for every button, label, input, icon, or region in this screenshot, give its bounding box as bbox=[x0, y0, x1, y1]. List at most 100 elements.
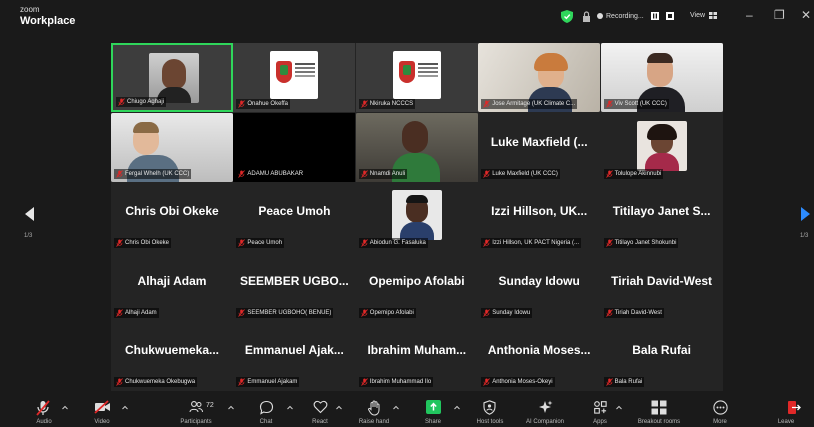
host-tools-button[interactable]: Host tools bbox=[460, 395, 520, 427]
participant-name: Tolulope Akinnubi bbox=[614, 170, 662, 177]
raise-hand-button[interactable]: Raise hand bbox=[344, 395, 404, 427]
breakout-rooms-button[interactable]: Breakout rooms bbox=[629, 395, 689, 427]
participant-tile[interactable]: Nnamdi Anuli bbox=[355, 112, 478, 182]
more-button[interactable]: More bbox=[690, 395, 750, 427]
microphone-muted-icon bbox=[238, 239, 246, 247]
participant-tile[interactable]: Bala Rufai Bala Rufai bbox=[600, 321, 723, 391]
react-button[interactable]: React bbox=[290, 395, 350, 427]
share-label: Share bbox=[424, 419, 441, 425]
participants-options-chevron-icon[interactable] bbox=[228, 405, 234, 411]
microphone-muted-icon bbox=[483, 239, 491, 247]
participant-name-label: ADAMU ABUBAKAR bbox=[236, 168, 306, 179]
leave-label: Leave bbox=[777, 419, 795, 425]
participant-tile[interactable]: Tolulope Akinnubi bbox=[600, 112, 723, 182]
pause-recording-icon[interactable] bbox=[650, 12, 659, 20]
audio-button[interactable]: Audio bbox=[14, 395, 74, 427]
participant-tile[interactable]: Viv Scott (UK CCC) bbox=[600, 43, 723, 112]
participant-tile[interactable]: SEEMBER UGBO... SEEMBER UGBOHO( BENUE) bbox=[233, 251, 356, 321]
participant-name: Chris Obi Okeke bbox=[125, 240, 170, 247]
participant-name: Anthonia Moses-Okeyi bbox=[492, 379, 553, 386]
participant-name-label: Jose Armitage (UK Climate C... bbox=[481, 99, 578, 109]
participant-tile[interactable]: Izzi Hillson, UK... Izzi Hillson, UK PACT… bbox=[478, 182, 601, 252]
participant-display-name: Chris Obi Okeke bbox=[125, 204, 219, 219]
participant-tile[interactable]: Titilayo Janet S... Titilayo Janet Shokun… bbox=[600, 182, 723, 252]
participant-name-label: Emmanuel Ajakam bbox=[236, 377, 300, 388]
microphone-muted-icon bbox=[483, 378, 491, 387]
participant-tile[interactable]: Fergal Whelh (UK CCC) bbox=[111, 112, 233, 182]
page-indicator-right: 1/3 bbox=[800, 233, 809, 239]
recording-indicator[interactable]: Recording... bbox=[597, 12, 674, 20]
participant-name-label: Anthonia Moses-Okeyi bbox=[481, 377, 555, 388]
microphone-muted-icon bbox=[605, 100, 613, 108]
participant-tile[interactable]: Jose Armitage (UK Climate C... bbox=[478, 43, 601, 112]
participant-tile[interactable]: ADAMU ABUBAKAR bbox=[233, 112, 356, 182]
share-button[interactable]: Share bbox=[403, 395, 463, 427]
participant-tile[interactable]: Nkiruka NCCCS bbox=[355, 43, 478, 112]
participant-name-label: Tolulope Akinnubi bbox=[603, 168, 664, 179]
participant-name: Viv Scott (UK CCC) bbox=[614, 101, 667, 107]
participant-tile[interactable]: Chukwuemeka... Chukwuemeka Okebugwa bbox=[111, 321, 233, 391]
react-options-chevron-icon[interactable] bbox=[336, 405, 342, 411]
title-bar: zoom Workplace Recording... View – ❐ ✕ bbox=[0, 0, 814, 34]
heart-icon bbox=[313, 400, 328, 414]
microphone-muted-icon bbox=[118, 98, 125, 106]
participant-tile[interactable]: Sunday Idowu Sunday Idowu bbox=[478, 251, 601, 321]
participant-display-name: Emmanuel Ajak... bbox=[244, 343, 344, 358]
participant-name: Jose Armitage (UK Climate C... bbox=[492, 101, 576, 107]
raise-hand-icon bbox=[368, 400, 380, 416]
microphone-muted-icon bbox=[605, 378, 613, 387]
next-page-arrow-icon[interactable] bbox=[801, 207, 810, 221]
organization-logo bbox=[270, 51, 319, 99]
microphone-muted-icon bbox=[238, 309, 246, 317]
chat-button[interactable]: Chat bbox=[236, 395, 296, 427]
video-button[interactable]: Video bbox=[72, 395, 132, 427]
security-shield-icon[interactable] bbox=[561, 10, 573, 23]
microphone-muted-icon bbox=[360, 309, 368, 317]
video-label: Video bbox=[94, 419, 110, 425]
apps-button[interactable]: Apps bbox=[570, 395, 630, 427]
react-label: React bbox=[312, 419, 328, 425]
participants-label: Participants bbox=[180, 419, 212, 425]
video-options-chevron-icon[interactable] bbox=[122, 405, 128, 411]
participant-tile[interactable]: Emmanuel Ajak... Emmanuel Ajakam bbox=[233, 321, 356, 391]
microphone-muted-icon bbox=[605, 309, 613, 317]
stop-recording-icon[interactable] bbox=[665, 12, 674, 20]
chat-icon bbox=[259, 400, 274, 415]
grid-view-icon bbox=[709, 12, 718, 19]
participant-display-name: Anthonia Moses... bbox=[487, 343, 591, 358]
participant-display-name: Chukwuemeka... bbox=[124, 343, 220, 358]
participant-tile[interactable]: Ibrahim Muham... Ibrahim Muhammad Ilo bbox=[355, 321, 478, 391]
apps-options-chevron-icon[interactable] bbox=[616, 405, 622, 411]
participant-tile[interactable]: Chris Obi Okeke Chris Obi Okeke bbox=[111, 182, 233, 252]
participant-tile[interactable]: Alhaji Adam Alhaji Adam bbox=[111, 251, 233, 321]
raise-hand-options-chevron-icon[interactable] bbox=[393, 405, 399, 411]
participant-tile[interactable]: Anthonia Moses... Anthonia Moses-Okeyi bbox=[478, 321, 601, 391]
participant-name-label: Viv Scott (UK CCC) bbox=[603, 99, 669, 109]
participant-display-name: Opemipo Afolabi bbox=[369, 273, 465, 288]
audio-options-chevron-icon[interactable] bbox=[62, 405, 68, 411]
lock-icon[interactable] bbox=[582, 11, 591, 22]
participants-button[interactable]: 72 Participants bbox=[166, 395, 226, 427]
minimize-icon[interactable]: – bbox=[746, 8, 753, 22]
participant-name: Onahue Okeffa bbox=[247, 101, 288, 107]
leave-button[interactable]: Leave bbox=[763, 395, 814, 427]
raise-hand-label: Raise hand bbox=[358, 419, 390, 425]
previous-page-arrow-icon[interactable] bbox=[25, 207, 34, 221]
ai-companion-button[interactable]: AI Companion bbox=[515, 395, 575, 427]
participant-tile[interactable]: Chiugo Aghaji bbox=[111, 43, 233, 112]
participants-icon bbox=[189, 401, 203, 413]
close-icon[interactable]: ✕ bbox=[801, 8, 811, 22]
participant-name-label: Nnamdi Anuli bbox=[358, 168, 408, 179]
participant-tile[interactable]: Luke Maxfield (... Luke Maxfield (UK CCC) bbox=[478, 112, 601, 182]
participant-name: Titilayo Janet Shokunbi bbox=[614, 240, 677, 247]
participant-tile[interactable]: Peace Umoh Peace Umoh bbox=[233, 182, 356, 252]
participant-tile[interactable]: Abiodun G. Fasaluka bbox=[355, 182, 478, 252]
audio-label: Audio bbox=[36, 419, 52, 425]
participant-tile[interactable]: Onahue Okeffa bbox=[233, 43, 356, 112]
participant-name: Chukwuemeka Okebugwa bbox=[125, 379, 196, 386]
view-menu-button[interactable]: View bbox=[690, 12, 718, 19]
participant-tile[interactable]: Opemipo Afolabi Opemipo Afolabi bbox=[355, 251, 478, 321]
participant-name-label: Bala Rufai bbox=[603, 377, 645, 388]
maximize-icon[interactable]: ❐ bbox=[774, 8, 785, 22]
participant-tile[interactable]: Tiriah David-West Tiriah David-West bbox=[600, 251, 723, 321]
